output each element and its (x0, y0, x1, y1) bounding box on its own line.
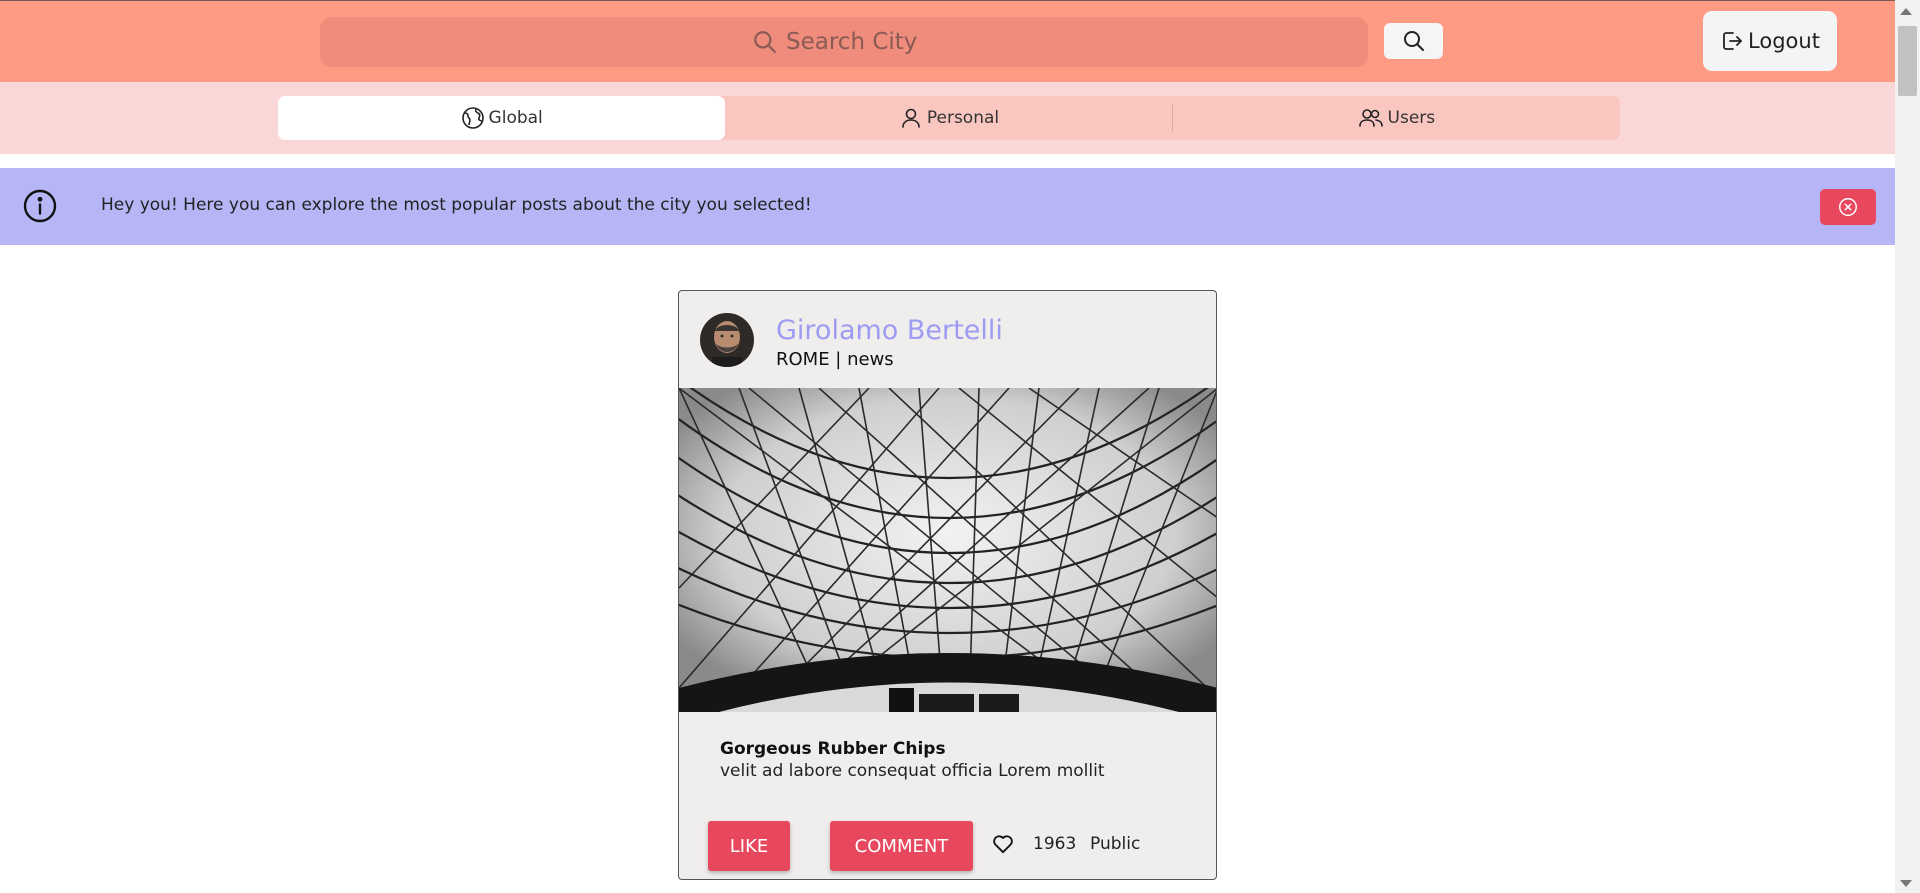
logout-label: Logout (1748, 29, 1820, 53)
search-field[interactable] (320, 17, 1368, 67)
post-author[interactable]: Girolamo Bertelli (776, 315, 1003, 346)
user-icon (902, 108, 920, 128)
search-icon (1403, 31, 1424, 51)
like-button[interactable]: LIKE (708, 821, 790, 871)
logout-button[interactable]: Logout (1703, 11, 1837, 71)
banner-close-button[interactable] (1820, 189, 1876, 225)
tab-divider (1172, 104, 1173, 132)
page: Logout Global Personal Users Hey you! He… (0, 0, 1920, 893)
avatar[interactable] (700, 313, 754, 367)
banner-message: Hey you! Here you can explore the most p… (101, 195, 812, 215)
close-circle-icon (1839, 198, 1857, 216)
search-input[interactable] (786, 29, 936, 55)
post-meta: ROME | news (776, 349, 894, 370)
likes-count: 1963 (1033, 834, 1077, 854)
scroll-down-arrow[interactable] (1900, 880, 1912, 887)
search-icon (754, 31, 776, 53)
globe-icon (461, 107, 484, 129)
tab-users[interactable]: Users (1173, 96, 1620, 140)
tab-global[interactable]: Global (278, 96, 726, 140)
scrollbar[interactable] (1895, 0, 1920, 893)
logout-icon (1723, 32, 1742, 50)
post-body: velit ad labore consequat officia Lorem … (720, 761, 1105, 781)
post-title: Gorgeous Rubber Chips (720, 739, 946, 759)
scroll-up-arrow[interactable] (1900, 8, 1912, 15)
scroll-thumb[interactable] (1898, 26, 1917, 96)
top-bar (0, 0, 1895, 82)
tab-personal-label: Personal (926, 108, 1000, 128)
info-icon (23, 189, 57, 223)
tabs: Global Personal Users (278, 96, 1620, 140)
post-image (679, 388, 1216, 712)
info-banner: Hey you! Here you can explore the most p… (0, 168, 1895, 245)
post-card: Girolamo Bertelli ROME | news Gorgeous R… (678, 290, 1217, 880)
visibility-label: Public (1090, 834, 1141, 854)
tab-personal[interactable]: Personal (725, 96, 1172, 140)
search-button[interactable] (1384, 23, 1443, 59)
tab-users-label: Users (1387, 108, 1436, 128)
users-icon (1358, 109, 1383, 127)
heart-icon (993, 835, 1013, 854)
comment-button[interactable]: COMMENT (830, 821, 973, 871)
tab-global-label: Global (488, 108, 543, 128)
